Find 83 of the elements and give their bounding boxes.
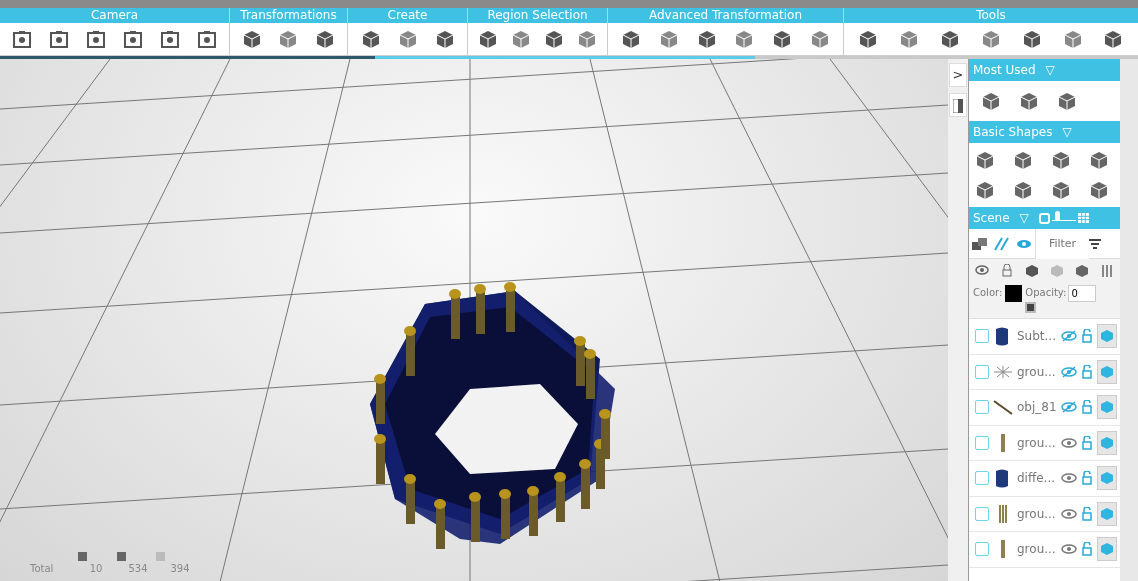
cube-button[interactable] bbox=[1097, 324, 1117, 349]
cube-icon[interactable] bbox=[1024, 264, 1039, 278]
object-thumbnail bbox=[1001, 432, 1005, 453]
scrollbar[interactable] bbox=[1120, 59, 1138, 581]
cube-icon bbox=[1100, 329, 1114, 344]
hidden-eye-icon[interactable] bbox=[1061, 330, 1077, 343]
eye-icon[interactable] bbox=[974, 264, 989, 278]
filter-field[interactable]: Filter bbox=[1035, 228, 1089, 259]
cube-button[interactable] bbox=[1097, 430, 1117, 455]
size-slider[interactable] bbox=[1051, 210, 1076, 221]
cube-button[interactable] bbox=[1097, 537, 1117, 562]
objects-icon[interactable] bbox=[972, 236, 988, 251]
small-square-icon bbox=[1038, 212, 1050, 224]
section-label: Transformations bbox=[230, 8, 347, 23]
checkbox[interactable] bbox=[975, 435, 989, 450]
eye-icon[interactable] bbox=[1061, 436, 1077, 449]
section-label: Camera bbox=[0, 8, 229, 23]
checkbox[interactable] bbox=[975, 364, 989, 379]
unlock-icon[interactable] bbox=[1081, 364, 1093, 379]
stat-label: Total bbox=[29, 562, 55, 576]
cube-button[interactable] bbox=[1097, 466, 1117, 491]
section-label: Region Selection bbox=[468, 8, 607, 23]
cube-button[interactable] bbox=[1097, 395, 1117, 420]
unlock-icon[interactable] bbox=[1081, 506, 1093, 521]
unlock-icon[interactable] bbox=[1081, 329, 1093, 344]
object-thumbnail bbox=[993, 397, 1013, 418]
checkbox[interactable] bbox=[975, 329, 989, 344]
eye-icon[interactable] bbox=[1061, 543, 1077, 556]
cube-icon[interactable] bbox=[1075, 264, 1090, 278]
object-name[interactable]: Subt... bbox=[1017, 327, 1057, 346]
stat-value: 394 bbox=[169, 562, 191, 576]
eye-icon[interactable] bbox=[1016, 238, 1032, 249]
object-name[interactable]: grou... bbox=[1017, 504, 1057, 523]
stat-value: 534 bbox=[127, 562, 149, 576]
square-icon bbox=[117, 552, 126, 561]
stat-value: 10 bbox=[88, 562, 104, 576]
cube-icon bbox=[1100, 506, 1114, 521]
panel-title: Scene bbox=[973, 210, 1010, 227]
opacity-label: Opacity: bbox=[1025, 286, 1067, 300]
hidden-eye-icon[interactable] bbox=[1061, 365, 1077, 378]
color-label: Color: bbox=[973, 286, 1003, 300]
cube-button[interactable] bbox=[1097, 501, 1117, 526]
square-icon bbox=[78, 552, 87, 561]
cube-icon bbox=[1100, 542, 1114, 557]
unlock-icon[interactable] bbox=[1081, 435, 1093, 450]
object-name[interactable]: grou... bbox=[1017, 433, 1057, 452]
cube-icon bbox=[1100, 471, 1114, 486]
unlock-icon[interactable] bbox=[1081, 471, 1093, 486]
panel-icon bbox=[953, 98, 963, 113]
section-label: Advanced Transformation bbox=[608, 8, 843, 23]
grid-icon bbox=[156, 552, 165, 561]
collapse-panel-button[interactable]: > bbox=[949, 63, 967, 87]
panel-title: Most Used bbox=[973, 62, 1036, 79]
opacity-field[interactable]: 0 bbox=[1068, 285, 1097, 302]
lock-icon[interactable] bbox=[999, 264, 1014, 278]
cube-icon bbox=[1100, 435, 1114, 450]
panel-title: Basic Shapes bbox=[973, 124, 1053, 141]
filter-icon[interactable] bbox=[1089, 238, 1101, 249]
object-thumbnail bbox=[1001, 539, 1005, 560]
eye-icon[interactable] bbox=[1061, 472, 1077, 485]
cube-icon bbox=[1100, 364, 1114, 379]
unlock-icon[interactable] bbox=[1081, 542, 1093, 557]
checkbox[interactable] bbox=[975, 506, 989, 521]
section-label: Create bbox=[348, 8, 467, 23]
sliders-icon[interactable] bbox=[1100, 264, 1115, 278]
object-name[interactable]: obj_81 bbox=[1017, 398, 1057, 417]
slider-thumb[interactable] bbox=[1054, 210, 1060, 221]
eye-icon[interactable] bbox=[1061, 507, 1077, 520]
hidden-eye-icon[interactable] bbox=[1061, 401, 1077, 414]
section-label: Tools bbox=[844, 8, 1138, 23]
panel-toggle-button[interactable] bbox=[949, 93, 967, 117]
object-name[interactable]: grou... bbox=[1017, 540, 1057, 559]
unlock-icon[interactable] bbox=[1081, 400, 1093, 415]
object-name[interactable]: grou... bbox=[1017, 362, 1057, 381]
cube-button[interactable] bbox=[1097, 359, 1117, 384]
grid-icon bbox=[1077, 213, 1089, 223]
cube-icon bbox=[1100, 400, 1114, 415]
color-swatch[interactable] bbox=[1005, 285, 1023, 302]
color-picker-icon[interactable] bbox=[1025, 302, 1037, 313]
object-name[interactable]: diffe... bbox=[1017, 469, 1057, 488]
checkbox[interactable] bbox=[975, 542, 989, 557]
checkbox[interactable] bbox=[975, 400, 989, 415]
checkbox[interactable] bbox=[975, 471, 989, 486]
